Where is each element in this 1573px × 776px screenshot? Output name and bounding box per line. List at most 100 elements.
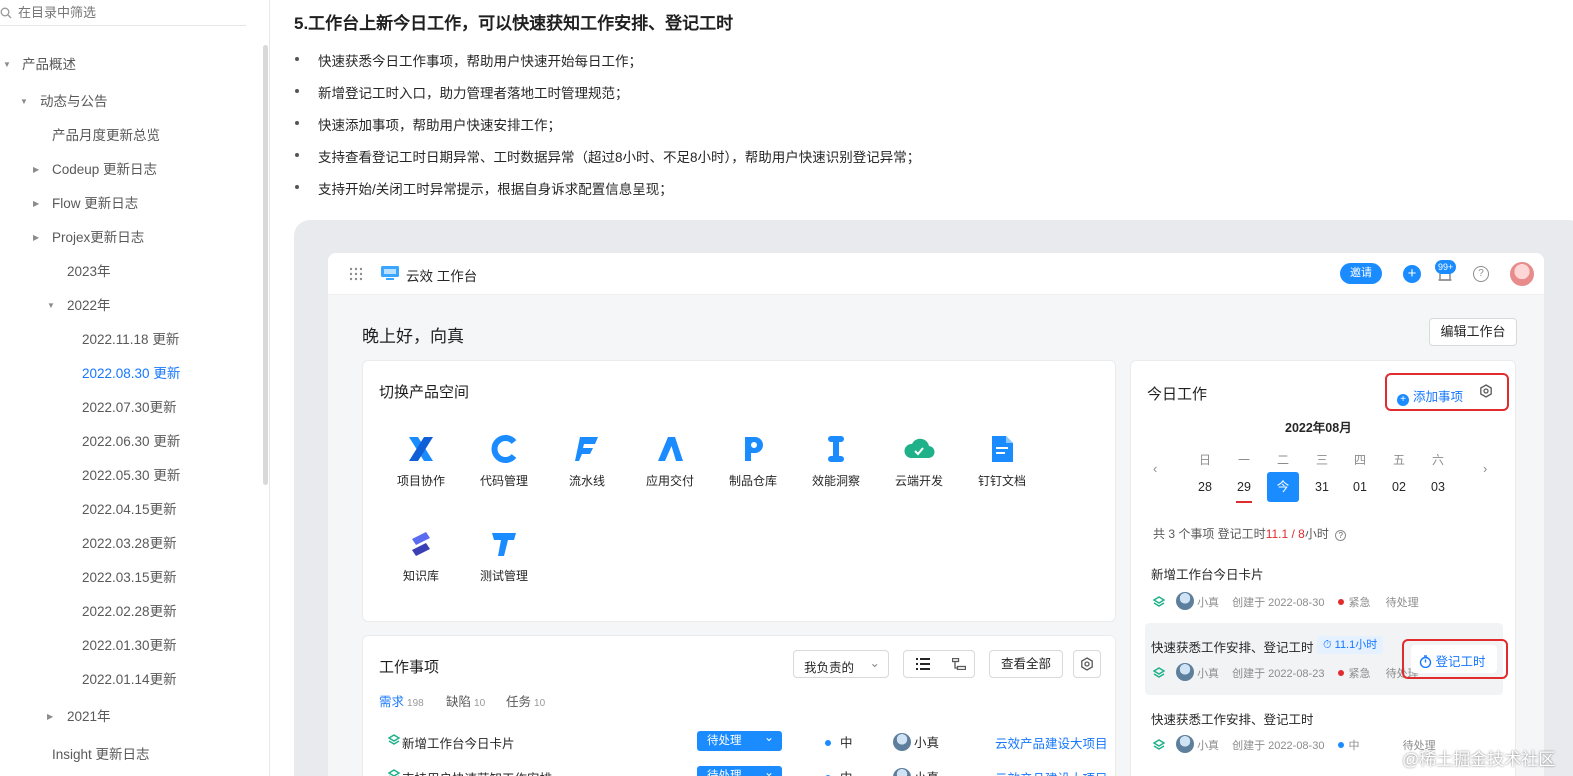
toc-item[interactable]: Codeup 更新日志 bbox=[52, 161, 157, 179]
toc-item[interactable]: 2022.05.30 更新 bbox=[82, 467, 180, 485]
work-item-title[interactable]: 新增工作台今日卡片 bbox=[402, 733, 515, 752]
weekday: 三 bbox=[1315, 453, 1328, 467]
product-insight[interactable]: 效能洞察 bbox=[801, 434, 871, 489]
product-cloud-dev[interactable]: 云端开发 bbox=[884, 434, 954, 489]
status-select[interactable]: 待处理 bbox=[697, 762, 782, 776]
status-select[interactable]: 待处理 bbox=[697, 727, 782, 751]
product-dingtalk-docs[interactable]: 钉钉文档 bbox=[967, 434, 1037, 489]
requirement-type-icon bbox=[388, 769, 400, 776]
calendar-day[interactable]: 02 bbox=[1383, 472, 1415, 502]
toc-item[interactable]: 产品月度更新总览 bbox=[52, 127, 160, 145]
today-item-meta: 小真 创建于 2022-08-23 紧急 待处理 bbox=[1152, 663, 1419, 681]
today-item-title[interactable]: 新增工作台今日卡片 bbox=[1151, 564, 1264, 583]
appstack-icon bbox=[658, 437, 683, 461]
chevron-left-icon[interactable]: ‹ bbox=[1153, 461, 1157, 476]
create-button[interactable]: + bbox=[1403, 265, 1421, 283]
help-icon[interactable]: ? bbox=[1473, 266, 1489, 282]
avatar bbox=[1176, 592, 1195, 610]
today-item-title[interactable]: 快速获悉工作安排、登记工时 bbox=[1151, 637, 1314, 656]
card-title: 今日工作 bbox=[1147, 386, 1208, 403]
toc-filter-input[interactable] bbox=[18, 5, 218, 20]
invite-button[interactable]: 邀请 bbox=[1340, 263, 1382, 284]
toc-item[interactable]: 2022.03.15更新 bbox=[82, 569, 177, 587]
toc-item[interactable]: 2022.01.30更新 bbox=[82, 637, 177, 655]
app-grid-icon[interactable] bbox=[349, 267, 363, 281]
toc-item[interactable]: Insight 更新日志 bbox=[52, 746, 150, 764]
calendar-day[interactable]: 31 bbox=[1306, 472, 1338, 502]
list-view-icon[interactable] bbox=[916, 658, 930, 670]
toc-item[interactable]: 2022.02.28更新 bbox=[82, 603, 177, 621]
toc-item[interactable]: Flow 更新日志 bbox=[52, 195, 138, 213]
cloud-dev-icon bbox=[904, 438, 935, 459]
view-toggle[interactable] bbox=[903, 650, 975, 678]
requirement-type-icon bbox=[1152, 739, 1166, 750]
caret-right-icon[interactable]: ▶ bbox=[47, 708, 53, 726]
toc-item[interactable]: 2022.06.30 更新 bbox=[82, 433, 180, 451]
calendar-day-today[interactable]: 今 bbox=[1267, 472, 1299, 502]
product-appstack[interactable]: 应用交付 bbox=[635, 434, 705, 489]
toc-sidebar: ▼ 产品概述 ▼ 动态与公告 产品月度更新总览 ▶ Codeup 更新日志 ▶ … bbox=[0, 0, 270, 776]
avatar bbox=[893, 733, 911, 751]
highlight-box bbox=[1402, 639, 1508, 679]
settings-button[interactable] bbox=[1073, 650, 1101, 678]
chevron-right-icon[interactable]: › bbox=[1483, 461, 1487, 476]
toc-item[interactable]: 2022.03.28更新 bbox=[82, 535, 177, 553]
today-item-meta: 小真 创建于 2022-08-30 紧急 待处理 bbox=[1152, 592, 1419, 610]
caret-right-icon[interactable]: ▶ bbox=[33, 161, 39, 179]
owner-filter-select[interactable]: 我负责的 ⌄ bbox=[793, 650, 889, 678]
calendar-day[interactable]: 01 bbox=[1344, 472, 1376, 502]
toc-item[interactable]: 2022.11.18 更新 bbox=[82, 331, 179, 349]
toc-item[interactable]: 2022.01.14更新 bbox=[82, 671, 177, 689]
tree-view-icon[interactable] bbox=[952, 658, 966, 670]
toc-item[interactable]: Projex更新日志 bbox=[52, 229, 144, 247]
caret-right-icon[interactable]: ▶ bbox=[33, 229, 39, 247]
tab-tasks[interactable]: 任务 10 bbox=[506, 691, 545, 710]
product-codeup[interactable]: 代码管理 bbox=[469, 434, 539, 489]
caret-down-icon[interactable]: ▼ bbox=[47, 297, 55, 315]
projex-icon bbox=[409, 437, 433, 461]
product-knowledge[interactable]: 知识库 bbox=[386, 529, 456, 584]
flow-icon bbox=[575, 437, 598, 461]
calendar-day[interactable]: 29 bbox=[1228, 472, 1260, 503]
project-link[interactable]: 云效产品建设大项目 bbox=[995, 768, 1108, 776]
toc-item[interactable]: 产品概述 bbox=[22, 56, 76, 74]
toc-item[interactable]: 2022.04.15更新 bbox=[82, 501, 177, 519]
work-items-card: 工作事项 我负责的 ⌄ 查看全部 需求 198 缺陷 10 任务 10 新增工作台今日卡… bbox=[362, 635, 1116, 776]
watermark: @稀土掘金技术社区 bbox=[1402, 750, 1556, 769]
caret-down-icon[interactable]: ▼ bbox=[3, 56, 11, 74]
caret-right-icon[interactable]: ▶ bbox=[33, 195, 39, 213]
product-packages[interactable]: 制品仓库 bbox=[718, 434, 788, 489]
toc-item[interactable]: 动态与公告 bbox=[40, 93, 108, 111]
user-avatar[interactable] bbox=[1510, 262, 1534, 286]
product-projex[interactable]: 项目协作 bbox=[386, 434, 456, 489]
weekday: 四 bbox=[1353, 453, 1366, 467]
sidebar-scrollbar[interactable] bbox=[263, 45, 268, 485]
calendar-day[interactable]: 28 bbox=[1189, 472, 1221, 502]
toc-item[interactable]: 2022.07.30更新 bbox=[82, 399, 177, 417]
tab-requirements[interactable]: 需求 198 bbox=[379, 691, 424, 710]
help-icon: ? bbox=[1335, 530, 1347, 541]
product-flow[interactable]: 流水线 bbox=[552, 434, 622, 489]
toc-item[interactable]: 2022年 bbox=[67, 297, 111, 315]
product-space-card: 切换产品空间 项目协作 代码管理 流水线 应用交付 制品仓库 效能洞察 云端开发 bbox=[362, 360, 1116, 622]
calendar-day[interactable]: 03 bbox=[1422, 472, 1454, 502]
toc-filter[interactable] bbox=[0, 0, 246, 26]
view-all-button[interactable]: 查看全部 bbox=[989, 650, 1063, 678]
caret-down-icon[interactable]: ▼ bbox=[20, 93, 28, 111]
edit-workbench-button[interactable]: 编辑工作台 bbox=[1429, 318, 1517, 346]
workbench-logo-icon bbox=[381, 266, 399, 280]
product-testhub[interactable]: 测试管理 bbox=[469, 529, 539, 584]
today-item-meta: 小真 创建于 2022-08-30 中 待处理 bbox=[1152, 735, 1436, 753]
work-item-title[interactable]: 支持用户快速获知工作安排 bbox=[402, 768, 552, 776]
gear-icon bbox=[1081, 657, 1093, 671]
toc-item-active[interactable]: 2022.08.30 更新 bbox=[82, 365, 180, 383]
today-summary: 共 3 个事项 登记工时11.1 / 8小时 ? bbox=[1153, 525, 1347, 542]
project-link[interactable]: 云效产品建设大项目 bbox=[995, 733, 1108, 752]
toc-item[interactable]: 2023年 bbox=[67, 263, 111, 281]
workbench-screenshot: 云效 工作台 邀请 + 99+ ? 晚上好，向真 编辑工作台 切换产品空间 项目… bbox=[328, 253, 1544, 776]
toc-item[interactable]: 2021年 bbox=[67, 708, 111, 726]
tab-bugs[interactable]: 缺陷 10 bbox=[446, 691, 485, 710]
today-item-title[interactable]: 快速获悉工作安排、登记工时 bbox=[1151, 709, 1314, 728]
testhub-icon bbox=[492, 533, 516, 556]
priority: 中 bbox=[825, 732, 853, 751]
